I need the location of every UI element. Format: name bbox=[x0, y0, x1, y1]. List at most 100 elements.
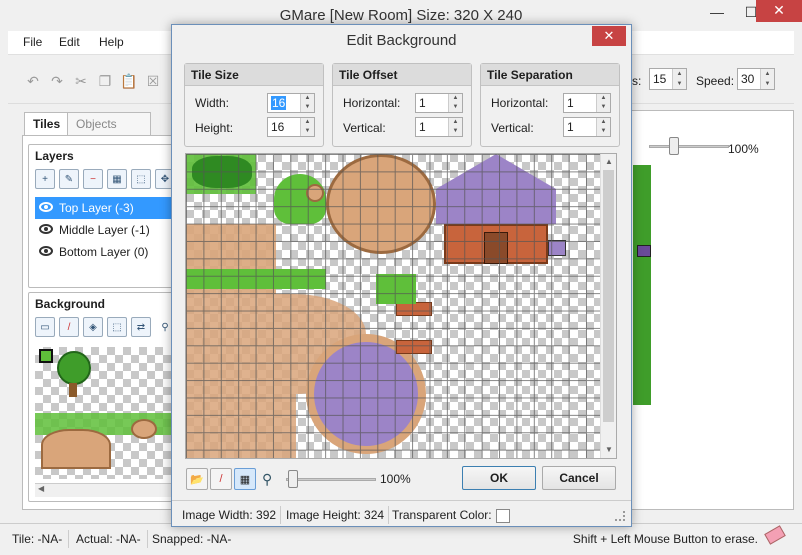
dialog-title: Edit Background bbox=[346, 32, 457, 49]
menu-help[interactable]: Help bbox=[99, 35, 124, 49]
ok-button[interactable]: OK bbox=[462, 466, 536, 490]
offset-vertical-value: 1 bbox=[419, 120, 426, 134]
separation-horizontal-stepper[interactable]: 1 ▲ ▼ bbox=[563, 93, 611, 113]
copy-icon[interactable]: ❐ bbox=[94, 70, 116, 92]
layer-fill-icon[interactable]: ▦ bbox=[107, 169, 127, 189]
tile-height-label: Height: bbox=[195, 121, 234, 135]
stepper-arrows-icon[interactable]: ▲ ▼ bbox=[672, 69, 686, 89]
add-layer-icon[interactable]: + bbox=[35, 169, 55, 189]
layer-item[interactable]: Top Layer (-3) bbox=[35, 197, 183, 219]
dialog-status-bar: Image Width: 392 Image Height: 324 Trans… bbox=[172, 500, 631, 526]
layers-count-value: 15 bbox=[653, 72, 667, 86]
layers-count-stepper[interactable]: 15 ▲ ▼ bbox=[649, 68, 687, 90]
menu-file[interactable]: File bbox=[23, 35, 42, 49]
eraser-icon bbox=[764, 525, 786, 545]
cut-icon[interactable]: ✂ bbox=[70, 70, 92, 92]
stepper-arrows-icon[interactable]: ▲ ▼ bbox=[760, 69, 774, 89]
room-view-panel bbox=[628, 110, 794, 510]
room-zoom-slider[interactable] bbox=[649, 145, 729, 148]
stepper-arrows-icon[interactable]: ▲ ▼ bbox=[448, 118, 462, 136]
layer-label: Top Layer (-3) bbox=[59, 201, 134, 215]
speed-stepper[interactable]: 30 ▲ ▼ bbox=[737, 68, 775, 90]
layer-item[interactable]: Middle Layer (-1) bbox=[35, 219, 183, 241]
layer-label: Bottom Layer (0) bbox=[59, 245, 149, 259]
offset-horizontal-stepper[interactable]: 1 ▲ ▼ bbox=[415, 93, 463, 113]
status-bar: Tile: -NA- Actual: -NA- Snapped: -NA- Sh… bbox=[0, 523, 802, 555]
tile-width-value: 16 bbox=[271, 96, 287, 110]
tile-separation-group: Tile Separation Horizontal: 1 ▲ ▼ Vertica… bbox=[480, 63, 620, 147]
edit-background-dialog: Edit Background ✕ Tile Size Width: 16 ▲ ▼… bbox=[171, 24, 632, 527]
close-button[interactable]: ✕ bbox=[756, 0, 802, 22]
menu-edit[interactable]: Edit bbox=[59, 35, 80, 49]
zoom-icon: ⚲ bbox=[262, 471, 273, 487]
image-icon[interactable]: ▭ bbox=[35, 317, 55, 337]
tileset-canvas[interactable]: ▲ ▼ bbox=[185, 153, 617, 459]
transparent-color-swatch[interactable] bbox=[495, 508, 510, 523]
pencil-icon[interactable]: / bbox=[59, 317, 79, 337]
layers-title: Layers bbox=[35, 149, 74, 163]
scroll-up-icon[interactable]: ▲ bbox=[601, 154, 616, 170]
dialog-zoom-thumb[interactable] bbox=[288, 470, 298, 488]
tab-objects[interactable]: Objects bbox=[67, 112, 151, 136]
background-hscroll[interactable]: ◀ bbox=[35, 483, 175, 497]
minimize-button[interactable]: — bbox=[700, 0, 734, 26]
paste-icon[interactable]: 📋 bbox=[118, 70, 140, 92]
image-width-info: Image Width: 392 bbox=[182, 506, 282, 524]
separation-horizontal-value: 1 bbox=[567, 96, 574, 110]
resize-grip-icon[interactable] bbox=[615, 511, 625, 521]
selection-icon[interactable]: ⬚ bbox=[107, 317, 127, 337]
room-canvas-edge[interactable] bbox=[633, 165, 651, 405]
layer-select-icon[interactable]: ⬚ bbox=[131, 169, 151, 189]
tree-sprite bbox=[57, 351, 91, 385]
selected-tile-marker bbox=[39, 349, 53, 363]
flip-icon[interactable]: ⇄ bbox=[131, 317, 151, 337]
status-hint: Shift + Left Mouse Button to erase. bbox=[572, 532, 758, 546]
edit-layer-icon[interactable]: ✎ bbox=[59, 169, 79, 189]
cancel-button[interactable]: Cancel bbox=[542, 466, 616, 490]
visibility-eye-icon[interactable] bbox=[39, 224, 53, 234]
show-grid-icon[interactable]: ▦ bbox=[234, 468, 256, 490]
redo-icon[interactable]: ↷ bbox=[46, 70, 68, 92]
stepper-arrows-icon[interactable]: ▲ ▼ bbox=[448, 94, 462, 112]
transparent-color-label: Transparent Color: bbox=[392, 508, 492, 522]
offset-vertical-label: Vertical: bbox=[343, 121, 386, 135]
room-zoom-label: 100% bbox=[728, 142, 759, 156]
scroll-down-icon[interactable]: ▼ bbox=[601, 442, 616, 458]
tile-height-stepper[interactable]: 16 ▲ ▼ bbox=[267, 117, 315, 137]
undo-icon[interactable]: ↶ bbox=[22, 70, 44, 92]
stepper-arrows-icon[interactable]: ▲ ▼ bbox=[596, 118, 610, 136]
tile-offset-group: Tile Offset Horizontal: 1 ▲ ▼ Vertical: 1… bbox=[332, 63, 472, 147]
visibility-eye-icon[interactable] bbox=[39, 246, 53, 256]
stepper-arrows-icon[interactable]: ▲ ▼ bbox=[596, 94, 610, 112]
tile-size-title: Tile Size bbox=[185, 64, 323, 86]
tree-trunk bbox=[69, 383, 77, 397]
offset-vertical-stepper[interactable]: 1 ▲ ▼ bbox=[415, 117, 463, 137]
separation-vertical-label: Vertical: bbox=[491, 121, 534, 135]
remove-layer-icon[interactable]: − bbox=[83, 169, 103, 189]
dialog-zoom-slider[interactable] bbox=[286, 478, 376, 481]
layer-item[interactable]: Bottom Layer (0) bbox=[35, 241, 183, 263]
tile-size-group: Tile Size Width: 16 ▲ ▼ Height: 16 ▲ ▼ bbox=[184, 63, 324, 147]
stump-sprite bbox=[131, 419, 157, 439]
tab-tiles[interactable]: Tiles bbox=[24, 112, 70, 137]
separation-horizontal-label: Horizontal: bbox=[491, 96, 549, 110]
layers-group: Layers + ✎ − ▦ ⬚ ✥ Top Layer (-3) Middle… bbox=[28, 144, 183, 288]
stepper-arrows-icon[interactable]: ▲ ▼ bbox=[300, 118, 314, 136]
separation-vertical-stepper[interactable]: 1 ▲ ▼ bbox=[563, 117, 611, 137]
color-picker-icon[interactable]: / bbox=[210, 468, 232, 490]
delete-icon[interactable]: ☒ bbox=[142, 70, 164, 92]
bucket-icon[interactable]: ◈ bbox=[83, 317, 103, 337]
room-object-sprite bbox=[637, 245, 651, 257]
background-preview[interactable] bbox=[35, 347, 175, 479]
visibility-eye-icon[interactable] bbox=[39, 202, 53, 212]
open-image-icon[interactable]: 📂 bbox=[186, 468, 208, 490]
image-height-info: Image Height: 324 bbox=[286, 506, 390, 524]
stepper-arrows-icon[interactable]: ▲ ▼ bbox=[300, 94, 314, 112]
separation-vertical-value: 1 bbox=[567, 120, 574, 134]
room-zoom-thumb[interactable] bbox=[669, 137, 679, 155]
dialog-close-button[interactable]: ✕ bbox=[592, 26, 626, 46]
tile-width-stepper[interactable]: 16 ▲ ▼ bbox=[267, 93, 315, 113]
scroll-thumb[interactable] bbox=[603, 170, 614, 422]
background-title: Background bbox=[35, 297, 106, 311]
tileset-vscroll[interactable]: ▲ ▼ bbox=[600, 154, 616, 458]
